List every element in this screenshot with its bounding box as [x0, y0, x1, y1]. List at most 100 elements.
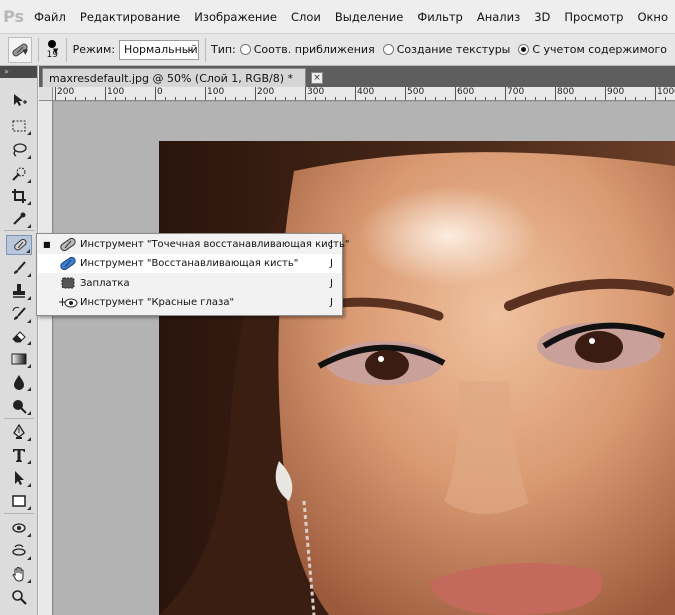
horizontal-ruler[interactable]: 2001000100200300400500600700800900100011… [53, 87, 675, 101]
ruler-minor-tick [135, 97, 136, 100]
quick-selection-tool[interactable] [6, 164, 32, 184]
menu-3d[interactable]: 3D [527, 10, 557, 24]
path-selection-tool[interactable] [6, 468, 32, 488]
gradient-tool[interactable] [6, 349, 32, 369]
ruler-minor-tick [495, 97, 496, 100]
3d-rotate-icon [12, 523, 26, 533]
close-icon[interactable]: × [311, 72, 323, 84]
healing-tools-flyout: ■ Инструмент "Точечная восстанавливающая… [36, 233, 349, 316]
more-tools-indicator [27, 387, 31, 391]
flyout-item-label: Инструмент "Восстанавливающая кисть" [80, 258, 299, 269]
ruler-minor-tick [295, 97, 296, 100]
arrow-cursor-icon [15, 471, 24, 485]
pen-icon [13, 424, 25, 439]
ruler-tick [205, 87, 206, 100]
marquee-tool[interactable] [6, 116, 32, 136]
divider [4, 513, 34, 514]
more-tools-indicator [26, 249, 30, 253]
menu-image[interactable]: Изображение [187, 10, 284, 24]
ruler-origin[interactable] [39, 87, 53, 101]
more-tools-indicator [27, 224, 31, 228]
forehead-highlight [359, 186, 539, 286]
ruler-minor-tick [445, 97, 446, 100]
ruler-tick [155, 87, 156, 100]
hand-tool[interactable] [6, 564, 32, 584]
flyout-item-shortcut: J [330, 297, 333, 308]
chevron-down-icon: ▼ [22, 47, 28, 56]
ruler-minor-tick [65, 97, 66, 100]
flyout-item-spot-healing[interactable]: ■ Инструмент "Точечная восстанавливающая… [38, 235, 349, 254]
document-tab-title: maxresdefault.jpg @ 50% (Слой 1, RGB/8) … [49, 71, 293, 85]
menu-analysis[interactable]: Анализ [470, 10, 527, 24]
ruler-minor-tick [315, 97, 316, 100]
radio-label: С учетом содержимого [532, 43, 667, 56]
ruler-minor-tick [475, 97, 476, 100]
history-brush-tool[interactable] [6, 304, 32, 324]
healing-brush-icon [60, 256, 76, 271]
ruler-minor-tick [635, 97, 636, 100]
ruler-tick [505, 87, 506, 100]
type-radio-texture[interactable]: Создание текстуры [382, 43, 510, 56]
document-image[interactable] [159, 141, 675, 615]
shape-tool[interactable] [6, 491, 32, 511]
ruler-tick [55, 87, 56, 100]
menu-select[interactable]: Выделение [328, 10, 411, 24]
spot-healing-brush-icon [60, 237, 76, 252]
menu-view[interactable]: Просмотр [557, 10, 630, 24]
dodge-tool[interactable] [6, 396, 32, 416]
red-eye-icon [59, 298, 78, 308]
tools-panel-header[interactable]: » [0, 66, 37, 78]
brush-tool[interactable] [6, 258, 32, 278]
menu-edit[interactable]: Редактирование [73, 10, 187, 24]
crop-tool[interactable] [6, 186, 32, 206]
type-tool[interactable] [6, 445, 32, 465]
flyout-item-shortcut: J [330, 278, 333, 289]
vertical-ruler[interactable] [39, 101, 53, 615]
ruler-minor-tick [545, 97, 546, 100]
menu-layer[interactable]: Слои [284, 10, 328, 24]
divider [4, 418, 34, 419]
ruler-minor-tick [395, 97, 396, 100]
pen-tool[interactable] [6, 422, 32, 442]
more-tools-indicator [27, 411, 31, 415]
spot-healing-tool[interactable] [6, 235, 32, 255]
document-tab-strip: maxresdefault.jpg @ 50% (Слой 1, RGB/8) … [39, 66, 675, 87]
current-tool-marker: ■ [43, 240, 51, 249]
type-radio-proximity[interactable]: Соотв. приближения [239, 43, 375, 56]
divider [4, 230, 34, 231]
more-tools-indicator [27, 273, 31, 277]
more-tools-indicator [27, 460, 31, 464]
eraser-icon [12, 331, 26, 343]
menu-filter[interactable]: Фильтр [410, 10, 470, 24]
dodge-icon [13, 400, 27, 414]
3d-orbit-tool[interactable] [6, 541, 32, 561]
mode-select[interactable]: Нормальный ⌄ [119, 39, 199, 60]
flyout-item-healing-brush[interactable]: Инструмент "Восстанавливающая кисть" J [38, 254, 341, 273]
flyout-item-patch[interactable]: Заплатка J [38, 274, 341, 293]
brush-picker[interactable]: 19 ▼ [44, 36, 60, 64]
menu-file[interactable]: Файл [27, 10, 73, 24]
flyout-item-shortcut: J [330, 258, 333, 269]
menu-window[interactable]: Окно [630, 10, 675, 24]
ruler-minor-tick [195, 97, 196, 100]
eyedropper-icon [13, 212, 26, 225]
document-tab[interactable]: maxresdefault.jpg @ 50% (Слой 1, RGB/8) … [42, 68, 323, 87]
ruler-minor-tick [665, 97, 666, 100]
blur-tool[interactable] [6, 372, 32, 392]
flyout-item-red-eye[interactable]: Инструмент "Красные глаза" J [38, 293, 341, 312]
ruler-label: 300 [307, 87, 325, 97]
ruler-label: 100 [207, 87, 225, 97]
drop-icon [14, 375, 24, 390]
eraser-tool[interactable] [6, 326, 32, 346]
tool-preset-picker[interactable]: ▼ [8, 36, 32, 63]
ruler-minor-tick [435, 97, 436, 100]
clone-stamp-tool[interactable] [6, 281, 32, 301]
lasso-tool[interactable] [6, 140, 32, 160]
menu-bar: Ps Файл Редактирование Изображение Слои … [0, 0, 675, 33]
3d-rotate-tool[interactable] [6, 518, 32, 538]
move-tool[interactable] [6, 90, 32, 110]
ruler-minor-tick [225, 97, 226, 100]
eyedropper-tool[interactable] [6, 209, 32, 229]
type-radio-content-aware[interactable]: С учетом содержимого [518, 43, 667, 56]
zoom-tool[interactable] [6, 587, 32, 607]
